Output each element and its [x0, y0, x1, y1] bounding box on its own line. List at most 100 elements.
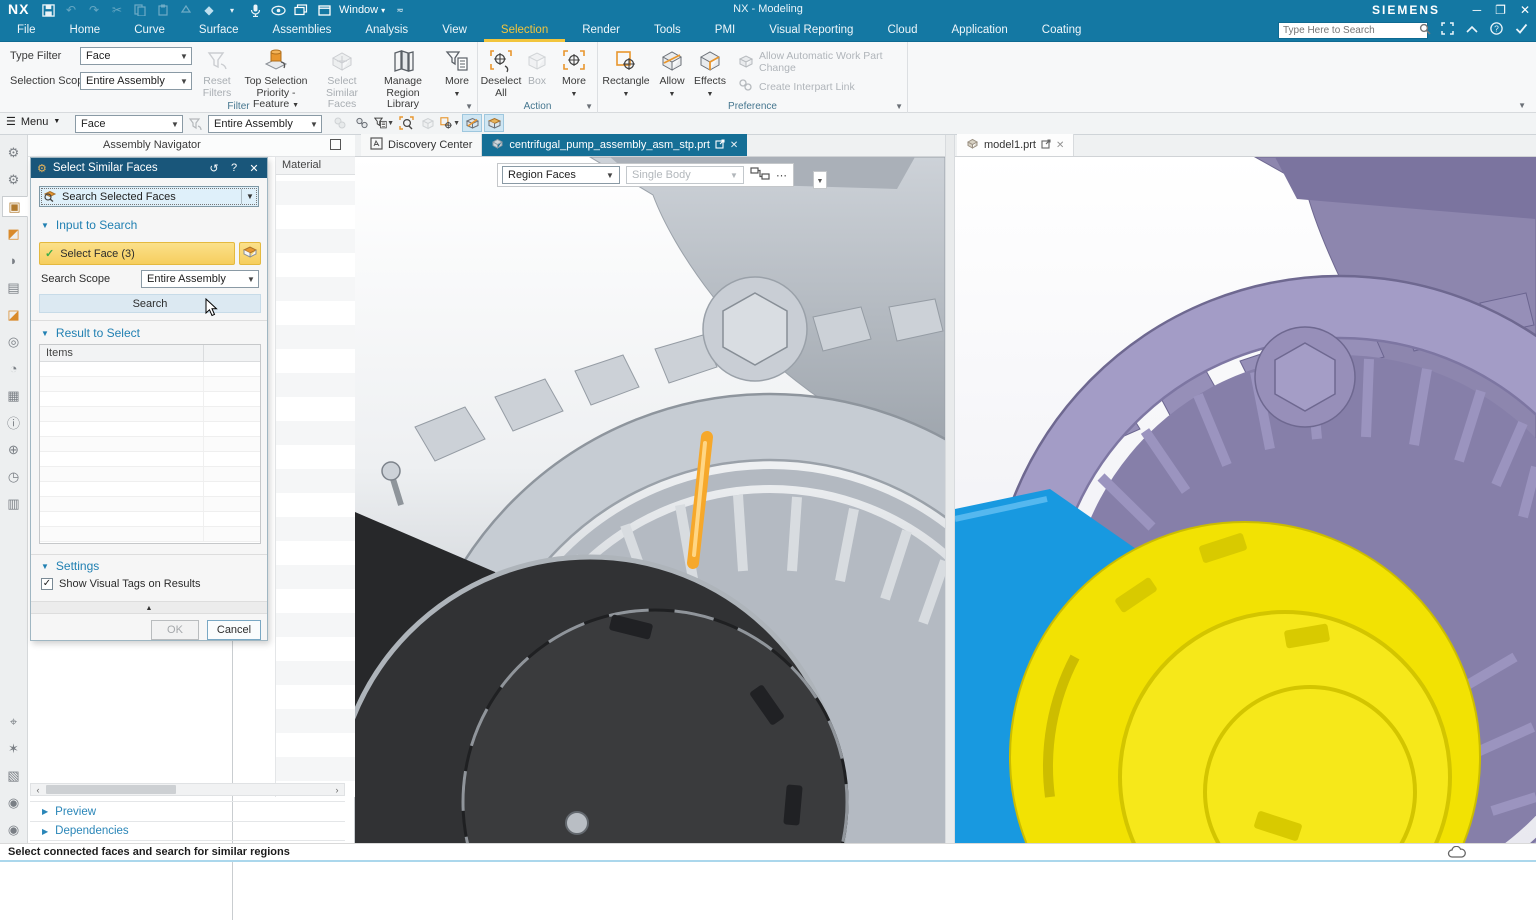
- minimize-button[interactable]: ─: [1473, 3, 1482, 17]
- horizontal-scrollbar[interactable]: ‹ ›: [30, 783, 345, 796]
- result-row[interactable]: [40, 527, 260, 542]
- dialog-reset-icon[interactable]: ↺: [207, 162, 221, 175]
- selection-filter-list-icon[interactable]: ▼: [374, 114, 394, 132]
- result-row[interactable]: [40, 482, 260, 497]
- face-select-icon-box[interactable]: [239, 242, 261, 265]
- window-cascade-icon[interactable]: [293, 2, 309, 18]
- select-tool-icon[interactable]: ⌖: [3, 711, 25, 732]
- scrollbar-thumb[interactable]: [46, 785, 176, 794]
- menu-tab-tools[interactable]: Tools: [637, 20, 698, 42]
- group-caret-icon[interactable]: ▼: [895, 102, 903, 111]
- input-to-search-section[interactable]: ▼ Input to Search: [41, 218, 137, 232]
- search-scope-combo[interactable]: Entire Assembly▼: [141, 270, 259, 288]
- menu-tab-file[interactable]: File: [0, 20, 53, 42]
- image-capture-icon[interactable]: ▧: [3, 765, 25, 786]
- assembly-navigator-icon[interactable]: ▣: [2, 196, 28, 217]
- close-tab-icon[interactable]: ✕: [1056, 140, 1064, 151]
- shaded-region-icon[interactable]: [484, 114, 504, 132]
- overlay-caret-icon[interactable]: ▼: [813, 171, 827, 189]
- help-icon[interactable]: ?: [1490, 22, 1503, 38]
- scope-combo[interactable]: Entire Assembly▼: [208, 115, 322, 133]
- search-icon[interactable]: [1419, 23, 1434, 38]
- result-row[interactable]: [40, 497, 260, 512]
- restore-button[interactable]: ❐: [1495, 3, 1506, 17]
- command-finder-check-icon[interactable]: [1515, 23, 1528, 37]
- constraint-navigator-icon[interactable]: ◩: [3, 223, 25, 244]
- result-to-select-section[interactable]: ▼ Result to Select: [41, 326, 140, 340]
- menu-tab-coating[interactable]: Coating: [1025, 20, 1099, 42]
- result-items-table[interactable]: Items: [39, 344, 261, 544]
- menu-tab-application[interactable]: Application: [935, 20, 1025, 42]
- result-row[interactable]: [40, 392, 260, 407]
- mic-icon[interactable]: [247, 2, 263, 18]
- more-filter-button[interactable]: More▼: [440, 46, 474, 100]
- menu-tab-curve[interactable]: Curve: [117, 20, 182, 42]
- color-palette-icon[interactable]: ▥: [3, 493, 25, 514]
- tab-model1-part[interactable]: model1.prt ✕: [957, 134, 1074, 156]
- popout-tab-icon[interactable]: [715, 139, 725, 152]
- group-caret-icon[interactable]: ▼: [465, 102, 473, 111]
- minimize-ribbon-icon[interactable]: [1466, 24, 1478, 36]
- menu-tab-surface[interactable]: Surface: [182, 20, 256, 42]
- maximize-panel-icon[interactable]: [330, 139, 341, 150]
- menu-tab-cloud[interactable]: Cloud: [870, 20, 934, 42]
- select-rectangle-icon[interactable]: ▼: [440, 114, 460, 132]
- system-scenes-icon[interactable]: ◉: [3, 792, 25, 813]
- dependencies-section[interactable]: ▶ Dependencies: [30, 821, 345, 841]
- deselect-all-button[interactable]: Deselect All: [480, 46, 522, 99]
- result-row[interactable]: [40, 422, 260, 437]
- result-row[interactable]: [40, 377, 260, 392]
- history-icon[interactable]: ◷: [3, 466, 25, 487]
- customization-gears-icon[interactable]: ⚙: [3, 169, 25, 190]
- sync-views-icon[interactable]: [270, 2, 286, 18]
- graphics-window-right[interactable]: [955, 157, 1536, 843]
- window-icon[interactable]: [316, 2, 332, 18]
- menu-button[interactable]: ☰ Menu ▼: [6, 115, 60, 128]
- graphics-window-left[interactable]: Region Faces▼ Single Body▼ ⋯ ▼: [355, 157, 945, 843]
- search-results-icon[interactable]: ◔: [3, 358, 25, 379]
- dialog-collapse-strip[interactable]: ▲: [31, 601, 267, 614]
- dialog-title-bar[interactable]: ⚙ Select Similar Faces ↺ ? ✕: [31, 158, 267, 178]
- find-in-window-icon[interactable]: [396, 114, 416, 132]
- information-icon[interactable]: ⓘ: [3, 412, 25, 433]
- search-button[interactable]: Search: [39, 294, 261, 313]
- snap-enabled-icon[interactable]: [352, 114, 372, 132]
- search-type-combo[interactable]: Search Selected Faces ▼: [39, 186, 259, 207]
- dialog-help-icon[interactable]: ?: [227, 162, 241, 174]
- menu-tab-selection[interactable]: Selection: [484, 20, 565, 42]
- result-row[interactable]: [40, 407, 260, 422]
- group-caret-icon[interactable]: ▼: [585, 102, 593, 111]
- close-button[interactable]: ✕: [1520, 3, 1530, 17]
- show-visual-tags-checkbox[interactable]: ✓ Show Visual Tags on Results: [41, 578, 200, 590]
- menu-tab-pmi[interactable]: PMI: [698, 20, 752, 42]
- search-input[interactable]: [1279, 25, 1419, 36]
- result-row[interactable]: [40, 467, 260, 482]
- preview-section[interactable]: ▶ Preview: [30, 801, 345, 821]
- close-tab-icon[interactable]: ✕: [730, 140, 738, 151]
- menu-tab-render[interactable]: Render: [565, 20, 637, 42]
- more-options-icon[interactable]: ⋯: [776, 169, 789, 182]
- result-row[interactable]: [40, 512, 260, 527]
- qat-caret-icon[interactable]: ▾: [224, 2, 240, 18]
- type-filter-combo[interactable]: Face▼: [80, 47, 192, 65]
- select-face-row[interactable]: ✓ Select Face (3): [39, 242, 235, 265]
- scroll-left-icon[interactable]: ‹: [31, 785, 45, 795]
- menu-tab-home[interactable]: Home: [53, 20, 118, 42]
- menu-tab-assemblies[interactable]: Assemblies: [256, 20, 349, 42]
- ribbon-options-caret-icon[interactable]: ▼: [1518, 101, 1526, 110]
- allow-button[interactable]: Allow▼: [654, 46, 690, 100]
- save-icon[interactable]: [40, 2, 56, 18]
- layers-icon[interactable]: ◪: [3, 304, 25, 325]
- region-tree-icon[interactable]: [750, 166, 770, 184]
- scroll-right-icon[interactable]: ›: [330, 785, 344, 795]
- menu-tab-analysis[interactable]: Analysis: [348, 20, 425, 42]
- touch-mode-icon[interactable]: ◆: [201, 2, 217, 18]
- part-navigator-icon[interactable]: ◗: [3, 250, 25, 271]
- material-column-header[interactable]: Material: [276, 157, 356, 175]
- effects-button[interactable]: Effects▼: [690, 46, 730, 100]
- highlight-faces-icon[interactable]: [462, 114, 482, 132]
- face-filter-combo[interactable]: Face▼: [75, 115, 183, 133]
- settings-gear-icon[interactable]: ⚙: [3, 142, 25, 163]
- cancel-button[interactable]: Cancel: [207, 620, 261, 640]
- region-faces-combo[interactable]: Region Faces▼: [502, 166, 620, 184]
